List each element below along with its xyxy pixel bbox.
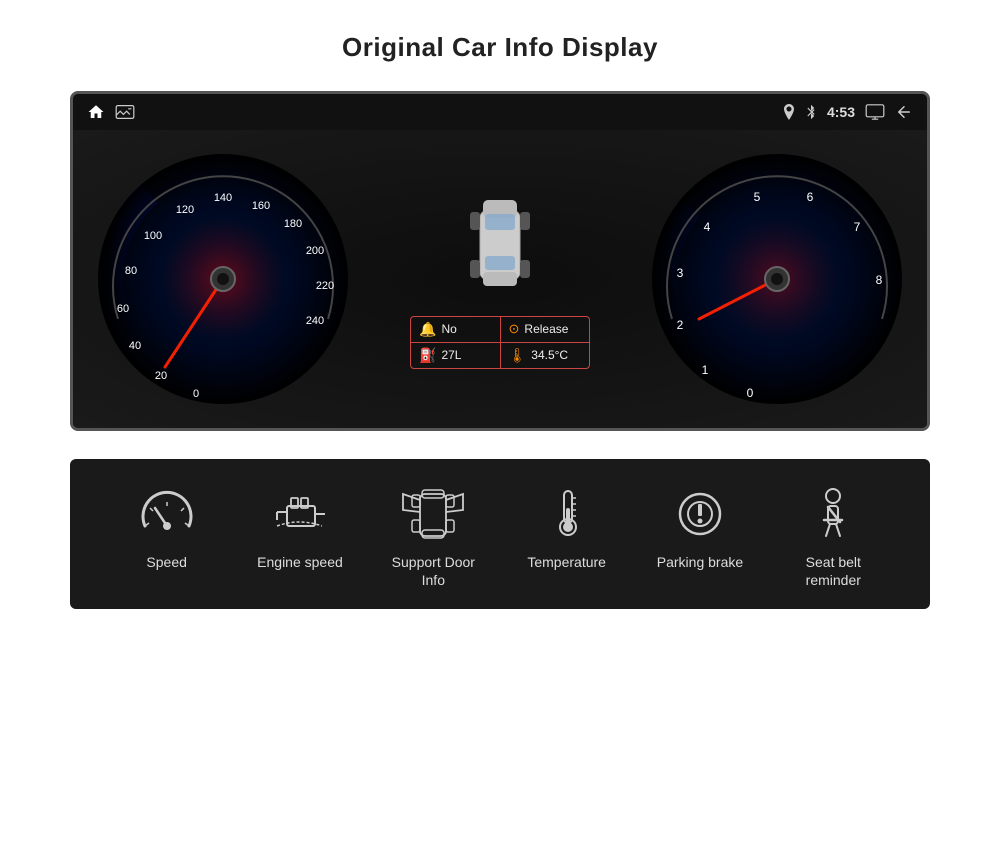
svg-text:40: 40 [129, 340, 141, 352]
fuel-value: 27L [441, 348, 461, 362]
car-top-view-icon [465, 190, 535, 300]
seatbelt-label: Seat belt reminder [778, 553, 888, 589]
speed-label: Speed [146, 553, 186, 571]
svg-text:4: 4 [704, 220, 711, 234]
image-edit-icon [115, 104, 135, 120]
fuel-cell: ⛽ 27L [411, 343, 501, 368]
svg-text:0: 0 [193, 388, 199, 400]
svg-text:160: 160 [252, 200, 270, 212]
svg-text:0: 0 [747, 386, 754, 400]
dashboard-screen: 4:53 [70, 91, 930, 431]
svg-text:2: 2 [677, 318, 684, 332]
thermometer-feature-icon [532, 483, 602, 543]
rpm-gauge: 0 1 2 3 4 5 6 7 8 [647, 149, 907, 409]
feature-door: Support Door Info [378, 483, 488, 589]
svg-text:3: 3 [677, 266, 684, 280]
center-panel: 🔔 No ⊙ Release ⛽ 27L [400, 190, 600, 369]
svg-text:120: 120 [176, 204, 194, 216]
svg-text:8: 8 [876, 273, 883, 287]
feature-engine: Engine speed [245, 483, 355, 571]
svg-text:80: 80 [125, 265, 137, 277]
svg-text:5: 5 [754, 190, 761, 204]
svg-text:180: 180 [284, 218, 302, 230]
status-bar: 4:53 [73, 94, 927, 130]
door-label: Support Door Info [378, 553, 488, 589]
speed-feature-icon [132, 483, 202, 543]
engine-label: Engine speed [257, 553, 343, 571]
engine-feature-icon [265, 483, 335, 543]
info-grid: 🔔 No ⊙ Release ⛽ 27L [410, 316, 590, 369]
seatbelt-value: No [441, 322, 456, 336]
svg-text:1: 1 [702, 363, 709, 377]
svg-text:6: 6 [807, 190, 814, 204]
brake-feature-icon [665, 483, 735, 543]
svg-text:60: 60 [117, 303, 129, 315]
svg-text:200: 200 [306, 245, 324, 257]
svg-text:140: 140 [214, 192, 232, 204]
seatbelt-cell: 🔔 No [411, 317, 501, 342]
page-container: Original Car Info Display [0, 0, 1000, 844]
svg-text:20: 20 [155, 370, 167, 382]
fuel-temp-row: ⛽ 27L 🌡 34.5°C [411, 343, 589, 368]
location-icon [783, 104, 795, 120]
temp-value: 34.5°C [531, 348, 568, 362]
svg-text:220: 220 [316, 280, 334, 292]
door-feature-icon [398, 483, 468, 543]
gauges-area: 0 20 40 60 80 100 120 140 160 [73, 130, 927, 428]
features-bar: Speed Engine s [70, 459, 930, 609]
seatbelt-row: 🔔 No ⊙ Release [411, 317, 589, 343]
status-right: 4:53 [783, 103, 913, 121]
temp-cell: 🌡 34.5°C [501, 343, 590, 368]
home-icon[interactable] [87, 103, 105, 121]
svg-text:100: 100 [144, 230, 162, 242]
temperature-label: Temperature [527, 553, 606, 571]
page-title: Original Car Info Display [342, 32, 658, 63]
parking-cell: ⊙ Release [501, 317, 590, 342]
svg-text:7: 7 [854, 220, 861, 234]
feature-parking-brake: Parking brake [645, 483, 755, 571]
feature-seatbelt: Seat belt reminder [778, 483, 888, 589]
time-display: 4:53 [827, 104, 855, 120]
seatbelt-feature-icon [798, 483, 868, 543]
speedometer-gauge: 0 20 40 60 80 100 120 140 160 [93, 149, 353, 409]
svg-text:240: 240 [306, 315, 324, 327]
bluetooth-icon [805, 104, 817, 120]
back-icon[interactable] [895, 103, 913, 121]
parking-brake-label: Parking brake [657, 553, 743, 571]
status-left [87, 103, 135, 121]
screen-icon[interactable] [865, 104, 885, 120]
feature-temperature: Temperature [512, 483, 622, 571]
feature-speed: Speed [112, 483, 222, 571]
parking-value: Release [524, 322, 568, 336]
